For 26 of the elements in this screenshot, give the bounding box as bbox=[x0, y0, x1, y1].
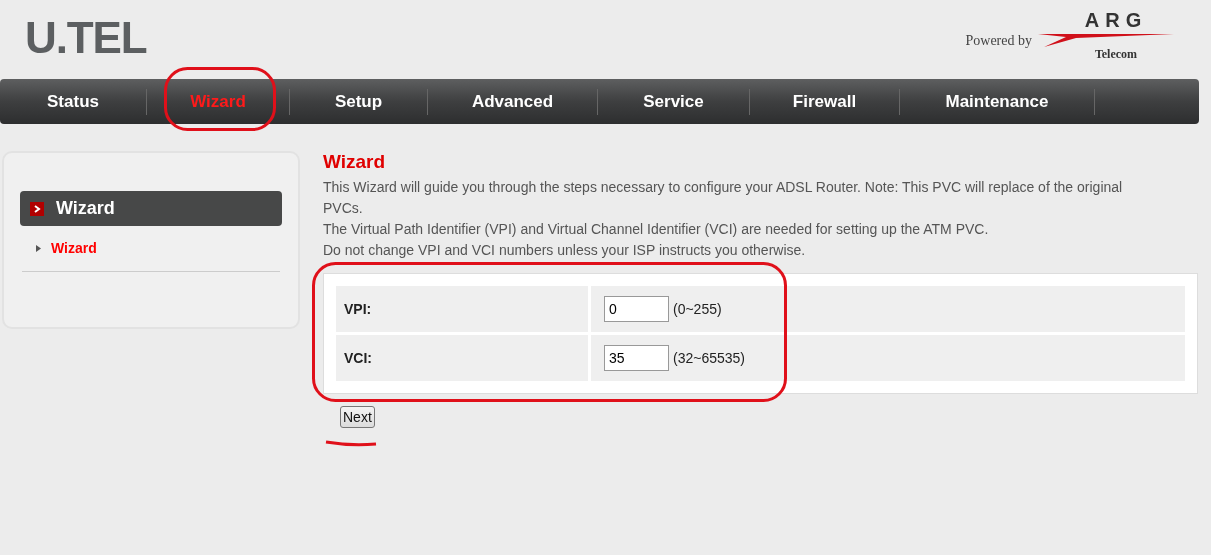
field-label: VPI: bbox=[336, 286, 588, 332]
nav-tab[interactable]: Service bbox=[643, 88, 704, 115]
description-text: The Virtual Path Identifier (VPI) and Virtual Channel Identifier (VCI) are needed for setting up the ATM PVC. bbox=[323, 220, 990, 239]
nav-tab[interactable]: Advanced bbox=[471, 88, 554, 115]
description-text: This Wizard will guide you through the steps necessary to configure your ADSL Router. Note: This PVC will replace of the original PVCs. bbox=[323, 178, 1124, 218]
range-hint: (32~65535) bbox=[673, 348, 745, 368]
chevron-icon bbox=[30, 201, 44, 216]
nav-tab[interactable]: Setup bbox=[334, 88, 383, 115]
page-title: Wizard bbox=[323, 151, 387, 173]
number-field[interactable]: 35 bbox=[604, 345, 669, 371]
powered-by-text: Powered by bbox=[965, 31, 1032, 50]
sidebar-title: Wizard bbox=[56, 197, 115, 220]
partner-logo-subtitle: Telecom bbox=[1094, 48, 1138, 60]
nav-tab[interactable]: Status bbox=[47, 88, 99, 115]
sidebar-item[interactable]: Wizard bbox=[51, 238, 97, 259]
nav-tab[interactable]: Firewall bbox=[792, 88, 857, 115]
bullet-icon bbox=[36, 245, 41, 252]
nav-tab[interactable]: Maintenance bbox=[945, 88, 1049, 115]
number-field[interactable]: 0 bbox=[604, 296, 669, 322]
description-text: Do not change VPI and VCI numbers unless your ISP instructs you otherwise. bbox=[323, 241, 807, 260]
annotation-underline bbox=[325, 439, 377, 447]
range-hint: (0~255) bbox=[673, 299, 722, 319]
field-label: VCI: bbox=[336, 335, 588, 381]
logo: U.TEL bbox=[25, 12, 147, 60]
next-button[interactable]: Next bbox=[340, 406, 375, 428]
partner-logo-name: ARG bbox=[1084, 10, 1148, 30]
